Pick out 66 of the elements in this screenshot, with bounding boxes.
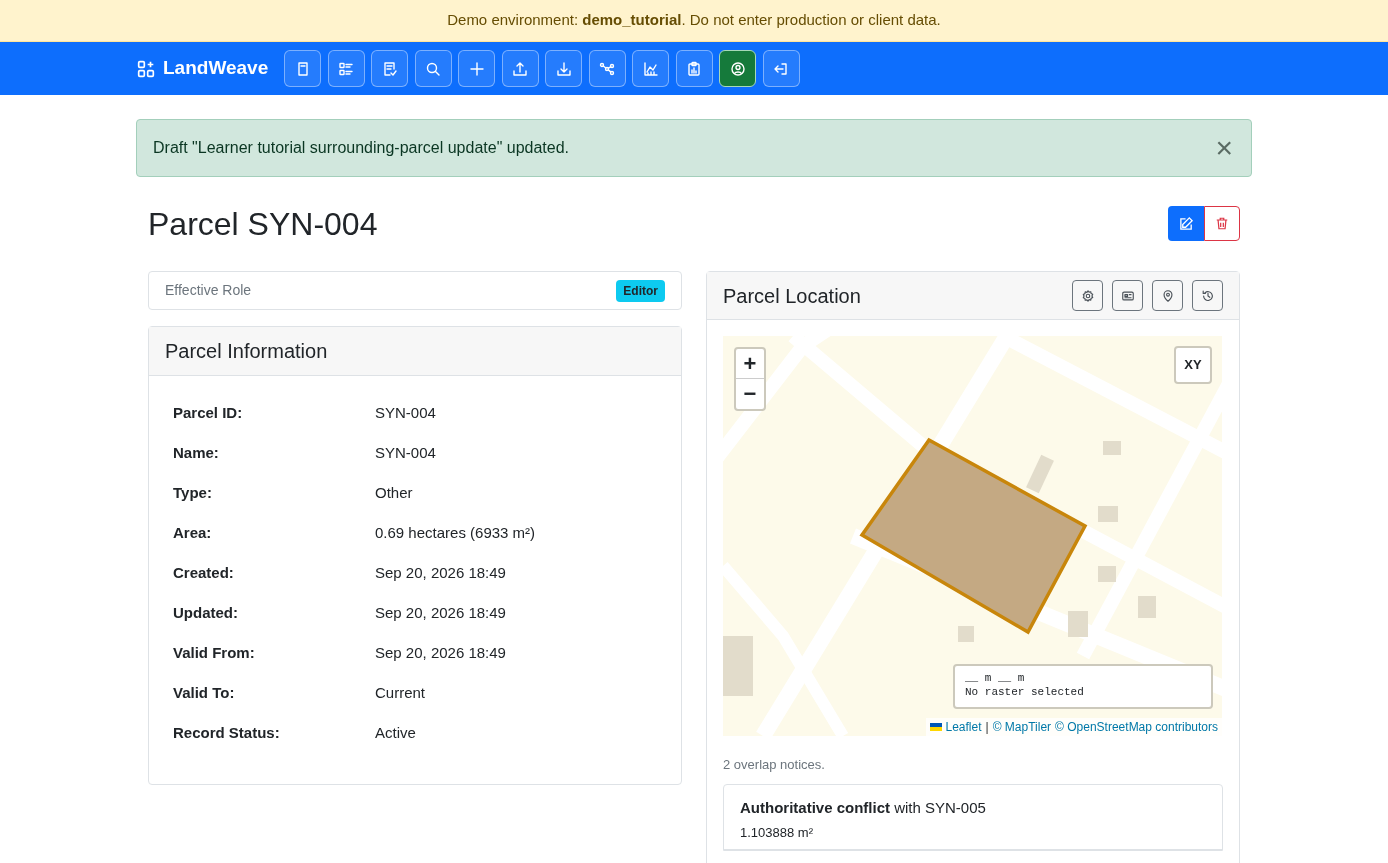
field-value: 0.69 hectares (6933 m²) <box>375 522 536 543</box>
download-icon <box>555 60 572 77</box>
field-label: Created: <box>173 562 235 583</box>
plus-icon <box>468 60 485 77</box>
card-title: Parcel Location <box>723 283 861 309</box>
field-label: Record Status: <box>173 722 281 743</box>
field-label: Type: <box>173 482 213 503</box>
nav-button[interactable] <box>719 50 757 87</box>
card-title: Parcel Information <box>165 339 328 364</box>
role-badge: Editor <box>616 279 665 302</box>
field-label: Area: <box>173 522 213 543</box>
alert-message: Draft "Learner tutorial surrounding-parcel update" updated. <box>153 138 570 158</box>
brand-link[interactable]: LandWeave <box>137 54 269 83</box>
role-label: Effective Role <box>165 281 252 300</box>
trash-icon <box>1215 216 1229 231</box>
field-value: Sep 20, 2026 18:49 <box>375 562 506 583</box>
map-tool-button[interactable] <box>1152 280 1183 311</box>
field-label: Parcel ID: <box>173 402 244 423</box>
delete-button[interactable] <box>1204 206 1240 241</box>
user-icon <box>729 60 746 77</box>
map-tool-button[interactable] <box>1072 280 1103 311</box>
logout-icon <box>773 60 790 77</box>
xy-button[interactable]: XY <box>1174 346 1212 384</box>
map-pin-icon <box>1160 288 1175 303</box>
attribution-link[interactable]: © OpenStreetMap contributors <box>1055 718 1218 736</box>
raster-status: No raster selected <box>965 685 1085 699</box>
field-label: Name: <box>173 442 220 463</box>
page-title: Parcel SYN-004 <box>148 207 378 240</box>
zoom-in-button[interactable]: + <box>736 349 764 379</box>
attribution-separator: | <box>985 719 989 736</box>
map[interactable]: + − XY __ m __ m No raster selected Leaflet | © MapTiler © OpenStreetMap contributors <box>723 336 1222 736</box>
id-card-icon <box>1120 288 1135 303</box>
field-label: Valid To: <box>173 682 236 703</box>
attribution-link[interactable]: Leaflet <box>945 718 982 736</box>
list-icon <box>338 60 355 77</box>
search-icon <box>425 60 442 77</box>
field-value: SYN-004 <box>375 402 436 423</box>
grid-icon <box>137 59 155 78</box>
zoom-out-button[interactable]: − <box>736 379 764 409</box>
banner-message: Demo environment: demo_tutorial. Do not enter production or client data. <box>447 10 941 31</box>
notice-title: Authoritative conflict with SYN-005 <box>740 797 987 818</box>
checklist-icon <box>381 60 398 77</box>
upload-icon <box>512 60 529 77</box>
map-tool-button[interactable] <box>1112 280 1143 311</box>
flag-icon <box>929 723 942 731</box>
nodes-icon <box>599 60 616 77</box>
history-icon <box>1200 288 1215 303</box>
scale-readout: __ m __ m <box>965 671 1026 685</box>
field-value: Current <box>375 682 426 703</box>
field-value: Other <box>375 482 413 503</box>
edit-button[interactable] <box>1168 206 1204 241</box>
map-tool-button[interactable] <box>1192 280 1223 311</box>
edit-icon <box>1178 216 1194 231</box>
field-label: Updated: <box>173 602 239 623</box>
field-label: Valid From: <box>173 642 256 663</box>
field-value: Active <box>375 722 416 743</box>
gear-icon <box>1080 288 1095 303</box>
close-button[interactable]: × <box>1215 133 1233 163</box>
overlap-summary: 2 overlap notices. <box>723 756 826 774</box>
chart-icon <box>642 60 659 77</box>
field-value: SYN-004 <box>375 442 436 463</box>
attribution-link[interactable]: © MapTiler <box>992 718 1052 736</box>
field-value: Sep 20, 2026 18:49 <box>375 602 506 623</box>
clipboard-icon <box>686 60 703 77</box>
notice-area: 1.103888 m² <box>740 823 1206 843</box>
field-value: Sep 20, 2026 18:49 <box>375 642 506 663</box>
